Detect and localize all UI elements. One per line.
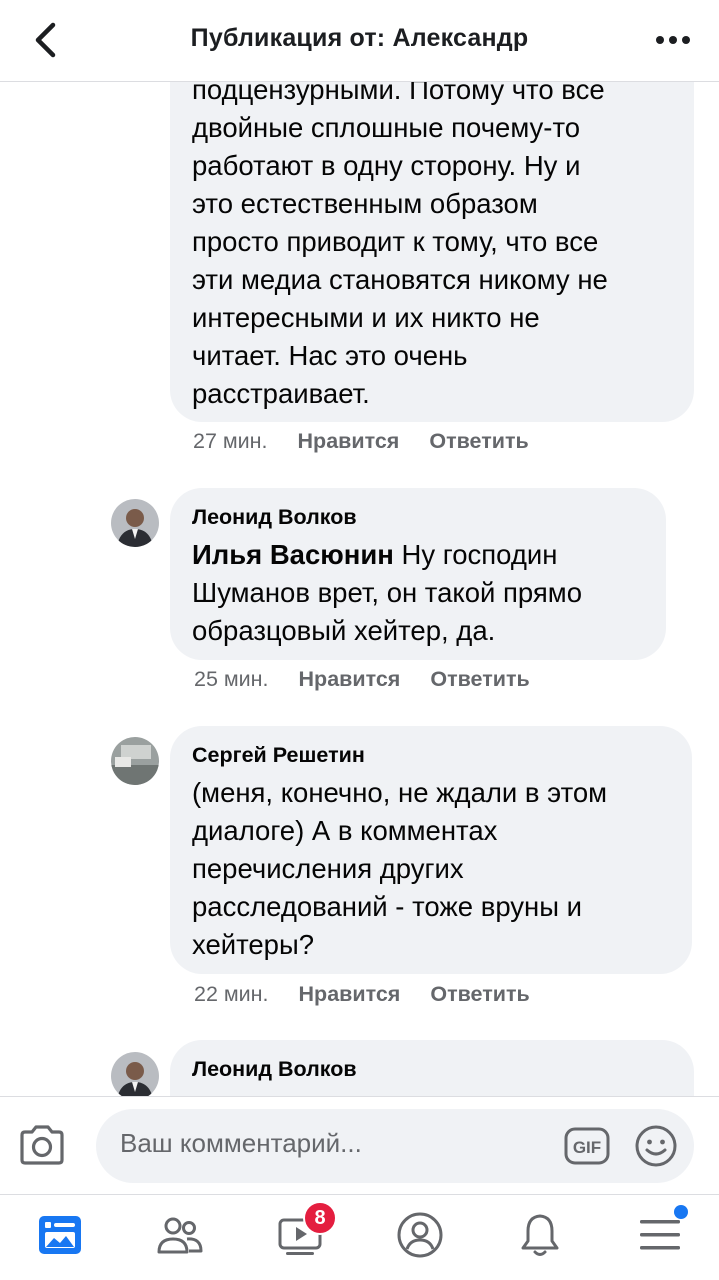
more-options-button[interactable] xyxy=(655,30,691,50)
comment-line: подцензурными. Потому что все xyxy=(192,82,605,105)
comment-time: 22 мин. xyxy=(194,982,269,1006)
gif-icon: GIF xyxy=(564,1127,610,1165)
comment-line: Шуманов врет, он такой прямо xyxy=(192,577,582,608)
comment-meta: 27 мин. Нравится Ответить xyxy=(193,426,529,456)
profile-icon xyxy=(397,1212,443,1258)
top-bar: Публикация от: Александр xyxy=(0,0,719,82)
like-button[interactable]: Нравится xyxy=(299,982,401,1006)
comment-line: читает. Нас это очень xyxy=(192,340,468,371)
comment-line: диалоге) А в комментах xyxy=(192,815,498,846)
tab-news-feed[interactable] xyxy=(30,1205,90,1265)
comment-meta: 22 мин. Нравится Ответить xyxy=(194,979,530,1009)
comment-line: это естественным образом xyxy=(192,188,538,219)
comment-input[interactable]: Ваш комментарий... GIF xyxy=(96,1109,694,1183)
bottom-tab-bar: 8 xyxy=(0,1194,719,1280)
comment-input-placeholder: Ваш комментарий... xyxy=(120,1128,362,1158)
comment-author[interactable]: Леонид Волков xyxy=(192,1054,357,1084)
camera-button[interactable] xyxy=(18,1123,66,1167)
comment-line: Ну господин xyxy=(393,539,558,570)
bell-icon xyxy=(521,1214,559,1256)
comment-bubble: подцензурными. Потому что все двойные сп… xyxy=(170,82,694,422)
like-button[interactable]: Нравится xyxy=(299,667,401,691)
profile-photo-icon xyxy=(111,737,159,785)
comments-feed[interactable]: подцензурными. Потому что все двойные сп… xyxy=(0,82,719,1096)
comment-meta: 25 мин. Нравится Ответить xyxy=(194,664,530,694)
comment-bubble: Сергей Решетин (меня, конечно, не ждали … xyxy=(170,726,692,974)
comment-bubble: Леонид Волков xyxy=(170,1040,694,1096)
comment-composer: Ваш комментарий... GIF xyxy=(0,1096,719,1194)
comment-text: Илья Васюнин Ну господин Шуманов врет, о… xyxy=(192,536,582,650)
comment-line: расстраивает. xyxy=(192,378,370,409)
mention-link[interactable]: Илья Васюнин xyxy=(192,539,394,570)
avatar[interactable] xyxy=(111,499,159,547)
reply-button[interactable]: Ответить xyxy=(430,982,529,1006)
more-dots-icon xyxy=(656,36,690,44)
comment-line: расследований - тоже вруны и xyxy=(192,891,583,922)
like-button[interactable]: Нравится xyxy=(298,429,400,453)
comment-line: хейтеры? xyxy=(192,929,315,960)
comment-time: 27 мин. xyxy=(193,429,268,453)
tab-friends[interactable] xyxy=(150,1205,210,1265)
comment-time: 25 мин. xyxy=(194,667,269,691)
comment-text: (меня, конечно, не ждали в этом диалоге)… xyxy=(192,774,607,964)
avatar[interactable] xyxy=(111,1052,159,1096)
friends-icon xyxy=(157,1217,203,1254)
watch-badge: 8 xyxy=(303,1201,337,1235)
comment-line: (меня, конечно, не ждали в этом xyxy=(192,777,608,808)
tab-profile[interactable] xyxy=(390,1205,450,1265)
page-title: Публикация от: Александр xyxy=(190,24,529,52)
comment-line: двойные сплошные почему-то xyxy=(192,112,581,143)
avatar[interactable] xyxy=(111,737,159,785)
comment-line: эти медиа становятся никому не xyxy=(192,264,608,295)
camera-icon xyxy=(20,1125,64,1165)
smiley-icon xyxy=(635,1125,677,1167)
comment-line: интересными и их никто не xyxy=(192,302,540,333)
profile-photo-icon xyxy=(111,499,159,547)
comment-line: перечисления других xyxy=(192,853,464,884)
comment-author[interactable]: Сергей Решетин xyxy=(192,740,365,770)
comment-text: подцензурными. Потому что все двойные сп… xyxy=(192,82,608,413)
comment-line: просто приводит к тому, что все xyxy=(192,226,599,257)
reply-button[interactable]: Ответить xyxy=(430,667,529,691)
comment-line: работают в одну сторону. Ну и xyxy=(192,150,581,181)
gif-label: GIF xyxy=(573,1138,601,1157)
reply-button[interactable]: Ответить xyxy=(429,429,528,453)
news-feed-icon xyxy=(39,1216,81,1254)
menu-notification-dot xyxy=(674,1205,688,1219)
emoji-button[interactable] xyxy=(634,1124,678,1168)
gif-button[interactable]: GIF xyxy=(564,1127,610,1165)
profile-photo-icon xyxy=(111,1052,159,1096)
comment-bubble: Леонид Волков Илья Васюнин Ну господин Ш… xyxy=(170,488,666,660)
comment-author[interactable]: Леонид Волков xyxy=(192,502,357,532)
tab-notifications[interactable] xyxy=(510,1205,570,1265)
comment-line: образцовый хейтер, да. xyxy=(192,615,496,646)
